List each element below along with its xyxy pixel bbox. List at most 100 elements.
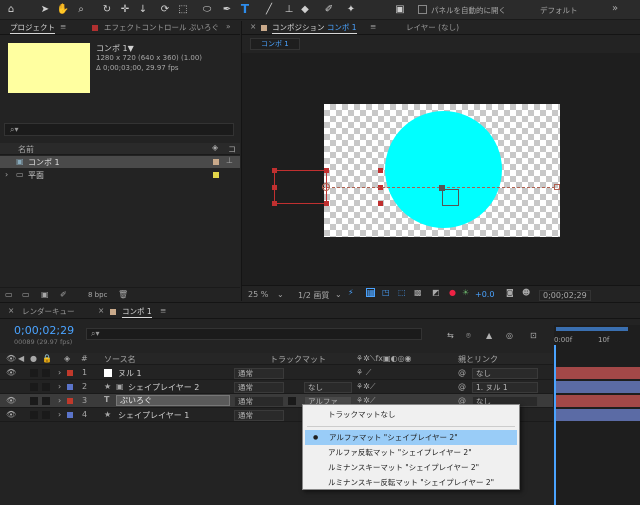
mode-select[interactable]: 通常: [234, 368, 284, 379]
preserve-box[interactable]: [288, 397, 296, 405]
layer-bar[interactable]: [556, 381, 640, 393]
motion-blur-icon[interactable]: ◎: [506, 331, 513, 340]
switches-icons[interactable]: ⚘✲⟍fx▣◐◎◉: [356, 354, 412, 364]
layer-name[interactable]: シェイプレイヤー 2: [128, 382, 199, 393]
time-ruler[interactable]: 0:00f 10f: [554, 325, 640, 355]
chevron-right-icon[interactable]: ›: [58, 410, 61, 419]
camera-icon[interactable]: ◙: [506, 288, 514, 297]
menu-item-luma-inverted[interactable]: ルミナンスキー反転マット "シェイプレイヤー 2": [304, 475, 519, 490]
grid-icon[interactable]: ▦: [366, 288, 375, 297]
tab-comp[interactable]: コンポ 1: [122, 306, 152, 318]
color-channel-icon[interactable]: ●: [449, 288, 456, 297]
anchor-icon[interactable]: ↓: [136, 2, 150, 16]
workspace-label[interactable]: デフォルト: [540, 5, 578, 16]
comp-name[interactable]: コンポ 1▼: [96, 43, 134, 54]
graph-editor-icon[interactable]: ⊡: [530, 331, 537, 340]
comp-flow-icon[interactable]: ⇆: [447, 331, 454, 340]
transparency-icon[interactable]: ▩: [414, 288, 422, 297]
puppet-icon[interactable]: ✦: [344, 2, 358, 16]
eye-icon[interactable]: 👁: [6, 354, 16, 363]
fast-preview-icon[interactable]: ⚡: [348, 288, 354, 297]
tab-render-queue[interactable]: レンダーキュー: [22, 306, 75, 317]
brush-icon[interactable]: ╱: [262, 2, 276, 16]
hand-icon[interactable]: ✋: [56, 2, 70, 16]
switch-icons[interactable]: ⚘✲⟋: [356, 382, 375, 392]
label-icon[interactable]: ◈: [64, 354, 70, 363]
switch-icons[interactable]: ⚘ ⟋: [356, 368, 371, 378]
tab-composition[interactable]: コンポジション コンポ 1: [272, 22, 357, 34]
layer-search-input[interactable]: ⌕▾: [86, 328, 422, 340]
selection-icon[interactable]: ➤: [38, 2, 52, 16]
handle-icon[interactable]: [272, 185, 277, 190]
show-snapshot-icon[interactable]: ☻: [522, 288, 530, 297]
eye-icon[interactable]: 👁: [6, 368, 16, 377]
pen-icon[interactable]: ✐: [60, 290, 67, 299]
menu-item-none[interactable]: トラックマットなし: [304, 407, 519, 422]
snap-icon[interactable]: ▣: [393, 2, 407, 16]
cyan-circle-shape[interactable]: [385, 111, 502, 228]
lock-icon[interactable]: 🔒: [42, 354, 52, 363]
audio-icon[interactable]: ◀: [18, 354, 24, 363]
handle-icon[interactable]: [272, 201, 277, 206]
tab-layer[interactable]: レイヤー (なし): [406, 22, 459, 33]
region-icon[interactable]: ⬚: [398, 288, 406, 297]
chevron-right-icon[interactable]: ›: [5, 170, 8, 179]
chevron-right-icon[interactable]: »: [226, 22, 231, 31]
mask-rect-icon[interactable]: ⬚: [176, 2, 190, 16]
handle-icon[interactable]: [272, 168, 277, 173]
search-input[interactable]: ⌕▾: [4, 123, 234, 136]
selection-box[interactable]: [442, 189, 459, 206]
menu-item-luma[interactable]: ルミナンスキーマット "シェイプレイヤー 2": [304, 460, 519, 475]
parent-select[interactable]: 1. ヌル 1: [472, 382, 538, 393]
folder-icon[interactable]: ▭: [22, 290, 30, 299]
menu-icon[interactable]: ≡: [160, 306, 166, 315]
lock-box[interactable]: [42, 369, 50, 377]
interpret-icon[interactable]: ▭: [5, 290, 13, 299]
solo-box[interactable]: [30, 369, 38, 377]
layer-name[interactable]: ぷいろぐ: [116, 395, 230, 406]
solo-box[interactable]: [30, 397, 38, 405]
layer-row[interactable]: › 2 ★ ▣ シェイプレイヤー 2 通常 なし ⚘✲⟋ @ 1. ヌル 1: [0, 380, 553, 394]
3d-view-icon[interactable]: ◩: [432, 288, 440, 297]
pan-behind-icon[interactable]: ✛: [118, 2, 132, 16]
shy-icon[interactable]: ▲: [486, 331, 492, 340]
tab-effects[interactable]: エフェクトコントロール ぷいろぐ: [104, 22, 219, 33]
handle-icon[interactable]: [378, 201, 383, 206]
tab-project[interactable]: プロジェクト: [10, 22, 55, 34]
list-item[interactable]: › ▭ 平面: [0, 169, 240, 181]
mask-icon[interactable]: ◳: [382, 288, 390, 297]
layer-bar[interactable]: [556, 395, 640, 407]
playhead-line[interactable]: [554, 353, 556, 505]
layer-bar[interactable]: [556, 409, 640, 421]
col-source[interactable]: ソース名: [104, 354, 136, 365]
type-icon[interactable]: T: [238, 2, 252, 16]
close-icon[interactable]: ×: [98, 306, 104, 315]
draft-3d-icon[interactable]: ⌾: [466, 331, 471, 341]
lock-box[interactable]: [42, 411, 50, 419]
layer-name[interactable]: シェイプレイヤー 1: [118, 410, 189, 421]
solo-icon[interactable]: ●: [30, 354, 37, 363]
clone-icon[interactable]: ⊥: [282, 2, 296, 16]
keyframe-icon[interactable]: [554, 184, 560, 190]
mode-select[interactable]: 通常: [234, 396, 284, 407]
new-comp-icon[interactable]: ▣: [41, 290, 49, 299]
comp-subtab[interactable]: コンポ 1: [250, 38, 300, 50]
chevron-right-icon[interactable]: »: [612, 3, 618, 14]
col-name[interactable]: 名前: [18, 144, 34, 155]
parent-select[interactable]: なし: [472, 368, 538, 379]
mode-select[interactable]: 通常: [234, 382, 284, 393]
exposure-value[interactable]: +0.0: [475, 290, 494, 299]
handle-icon[interactable]: [324, 168, 329, 173]
auto-open-checkbox[interactable]: [418, 5, 427, 14]
roto-icon[interactable]: ✐: [322, 2, 336, 16]
handle-icon[interactable]: [324, 201, 329, 206]
close-icon[interactable]: ×: [250, 22, 256, 31]
layer-row[interactable]: 👁 › 1 ヌル 1 通常 ⚘ ⟋ @ なし: [0, 366, 553, 380]
zoom-select[interactable]: 25 %: [248, 290, 268, 299]
timeline-track-area[interactable]: [554, 353, 640, 505]
col-track-matte[interactable]: トラックマット: [270, 354, 326, 365]
layer-bar[interactable]: [556, 367, 640, 379]
anchor-point-icon[interactable]: [439, 185, 445, 191]
timecode-display[interactable]: 0;00;02;29: [539, 290, 591, 301]
track-matte-select[interactable]: なし: [304, 382, 352, 393]
